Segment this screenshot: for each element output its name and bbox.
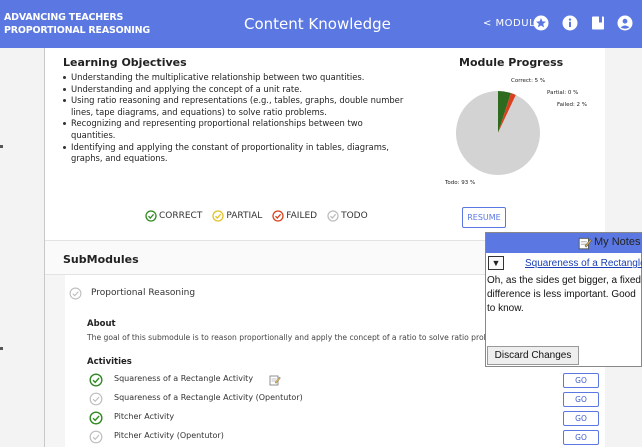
legend-todo: TODO bbox=[327, 210, 368, 222]
objective-item: Identifying and applying the constant of… bbox=[63, 142, 408, 165]
notes-title-bar[interactable]: My Notes bbox=[486, 233, 642, 253]
activity-name[interactable]: Squareness of a Rectangle Activity (Open… bbox=[114, 393, 303, 402]
module-progress-title: Module Progress bbox=[459, 56, 564, 69]
check-circle-icon bbox=[145, 210, 157, 222]
margin-dot bbox=[0, 145, 3, 148]
activity-row: Pitcher Activity (Opentutor) GO bbox=[89, 430, 599, 446]
todo-circle-icon bbox=[89, 392, 103, 406]
learning-objectives-title: Learning Objectives bbox=[63, 56, 187, 69]
discard-changes-button[interactable]: Discard Changes bbox=[487, 346, 579, 365]
pie-label-correct: Correct: 5 % bbox=[511, 78, 546, 84]
note-edit-icon[interactable] bbox=[269, 374, 281, 386]
brand[interactable]: ADVANCING TEACHERS PROPORTIONAL REASONIN… bbox=[4, 11, 150, 37]
legend-failed-label: FAILED bbox=[286, 211, 318, 221]
bookmark-icon[interactable] bbox=[590, 15, 606, 31]
note-edit-icon bbox=[578, 237, 592, 250]
activity-name[interactable]: Squareness of a Rectangle Activity bbox=[114, 374, 253, 383]
star-icon[interactable] bbox=[533, 15, 549, 31]
objective-item: Understanding the multiplicative relatio… bbox=[63, 72, 408, 84]
pie-slice-todo bbox=[456, 91, 540, 175]
go-button[interactable]: GO bbox=[563, 373, 599, 388]
objective-item: Understanding and applying the concept o… bbox=[63, 84, 408, 96]
module-overview-card: Learning Objectives Understanding the mu… bbox=[45, 48, 605, 240]
submodule-title[interactable]: Proportional Reasoning bbox=[91, 288, 195, 298]
check-circle-icon bbox=[89, 411, 103, 425]
notes-activity-link[interactable]: Squareness of a Rectangle bbox=[525, 258, 642, 269]
activity-name[interactable]: Pitcher Activity (Opentutor) bbox=[114, 431, 224, 440]
notes-collapse-toggle[interactable]: ▼ bbox=[488, 256, 504, 270]
todo-circle-icon bbox=[327, 210, 339, 222]
failed-circle-icon bbox=[272, 210, 284, 222]
progress-pie-chart bbox=[456, 91, 540, 175]
objective-item: Recognizing and representing proportiona… bbox=[63, 118, 408, 141]
objective-item: Using ratio reasoning and representation… bbox=[63, 95, 408, 118]
notes-textarea[interactable]: Oh, as the sides get bigger, a fixed dif… bbox=[487, 274, 642, 332]
go-button[interactable]: GO bbox=[563, 430, 599, 445]
legend-todo-label: TODO bbox=[341, 211, 368, 221]
user-icon[interactable] bbox=[617, 15, 633, 31]
legend-failed: FAILED bbox=[272, 210, 317, 222]
brand-line-1: ADVANCING TEACHERS bbox=[4, 12, 124, 23]
todo-circle-icon bbox=[69, 287, 82, 300]
learning-objectives-list: Understanding the multiplicative relatio… bbox=[63, 72, 408, 165]
submodules-title: SubModules bbox=[63, 253, 139, 266]
activity-name[interactable]: Pitcher Activity bbox=[114, 412, 174, 421]
go-button[interactable]: GO bbox=[563, 411, 599, 426]
check-circle-icon bbox=[89, 373, 103, 387]
legend-partial-label: PARTIAL bbox=[226, 211, 263, 221]
about-text: The goal of this submodule is to reason … bbox=[87, 333, 491, 342]
pie-label-partial: Partial: 0 % bbox=[547, 90, 579, 96]
pie-label-failed: Failed: 2 % bbox=[557, 102, 588, 108]
todo-circle-icon bbox=[89, 430, 103, 444]
notes-title: My Notes bbox=[594, 236, 641, 248]
activity-row: Squareness of a Rectangle Activity (Open… bbox=[89, 392, 599, 408]
activities-heading: Activities bbox=[87, 357, 132, 367]
legend-partial: PARTIAL bbox=[212, 210, 262, 222]
go-button[interactable]: GO bbox=[563, 392, 599, 407]
activity-row: Pitcher Activity GO bbox=[89, 411, 599, 427]
about-heading: About bbox=[87, 319, 116, 329]
top-bar: ADVANCING TEACHERS PROPORTIONAL REASONIN… bbox=[0, 0, 642, 48]
info-icon[interactable] bbox=[562, 15, 578, 31]
brand-line-2: PROPORTIONAL REASONING bbox=[4, 25, 150, 36]
pie-label-todo: Todo: 93 % bbox=[445, 180, 476, 186]
page-title: Content Knowledge bbox=[244, 15, 391, 33]
status-legend: CORRECT PARTIAL FAILED TODO bbox=[145, 210, 368, 222]
my-notes-panel[interactable]: My Notes ▼ Squareness of a Rectangle Oh,… bbox=[485, 232, 642, 367]
resume-button[interactable]: RESUME bbox=[462, 207, 506, 228]
legend-correct: CORRECT bbox=[145, 210, 202, 222]
activity-row: Squareness of a Rectangle Activity GO bbox=[89, 373, 599, 389]
partial-circle-icon bbox=[212, 210, 224, 222]
margin-dot bbox=[0, 347, 3, 350]
legend-correct-label: CORRECT bbox=[159, 211, 203, 221]
